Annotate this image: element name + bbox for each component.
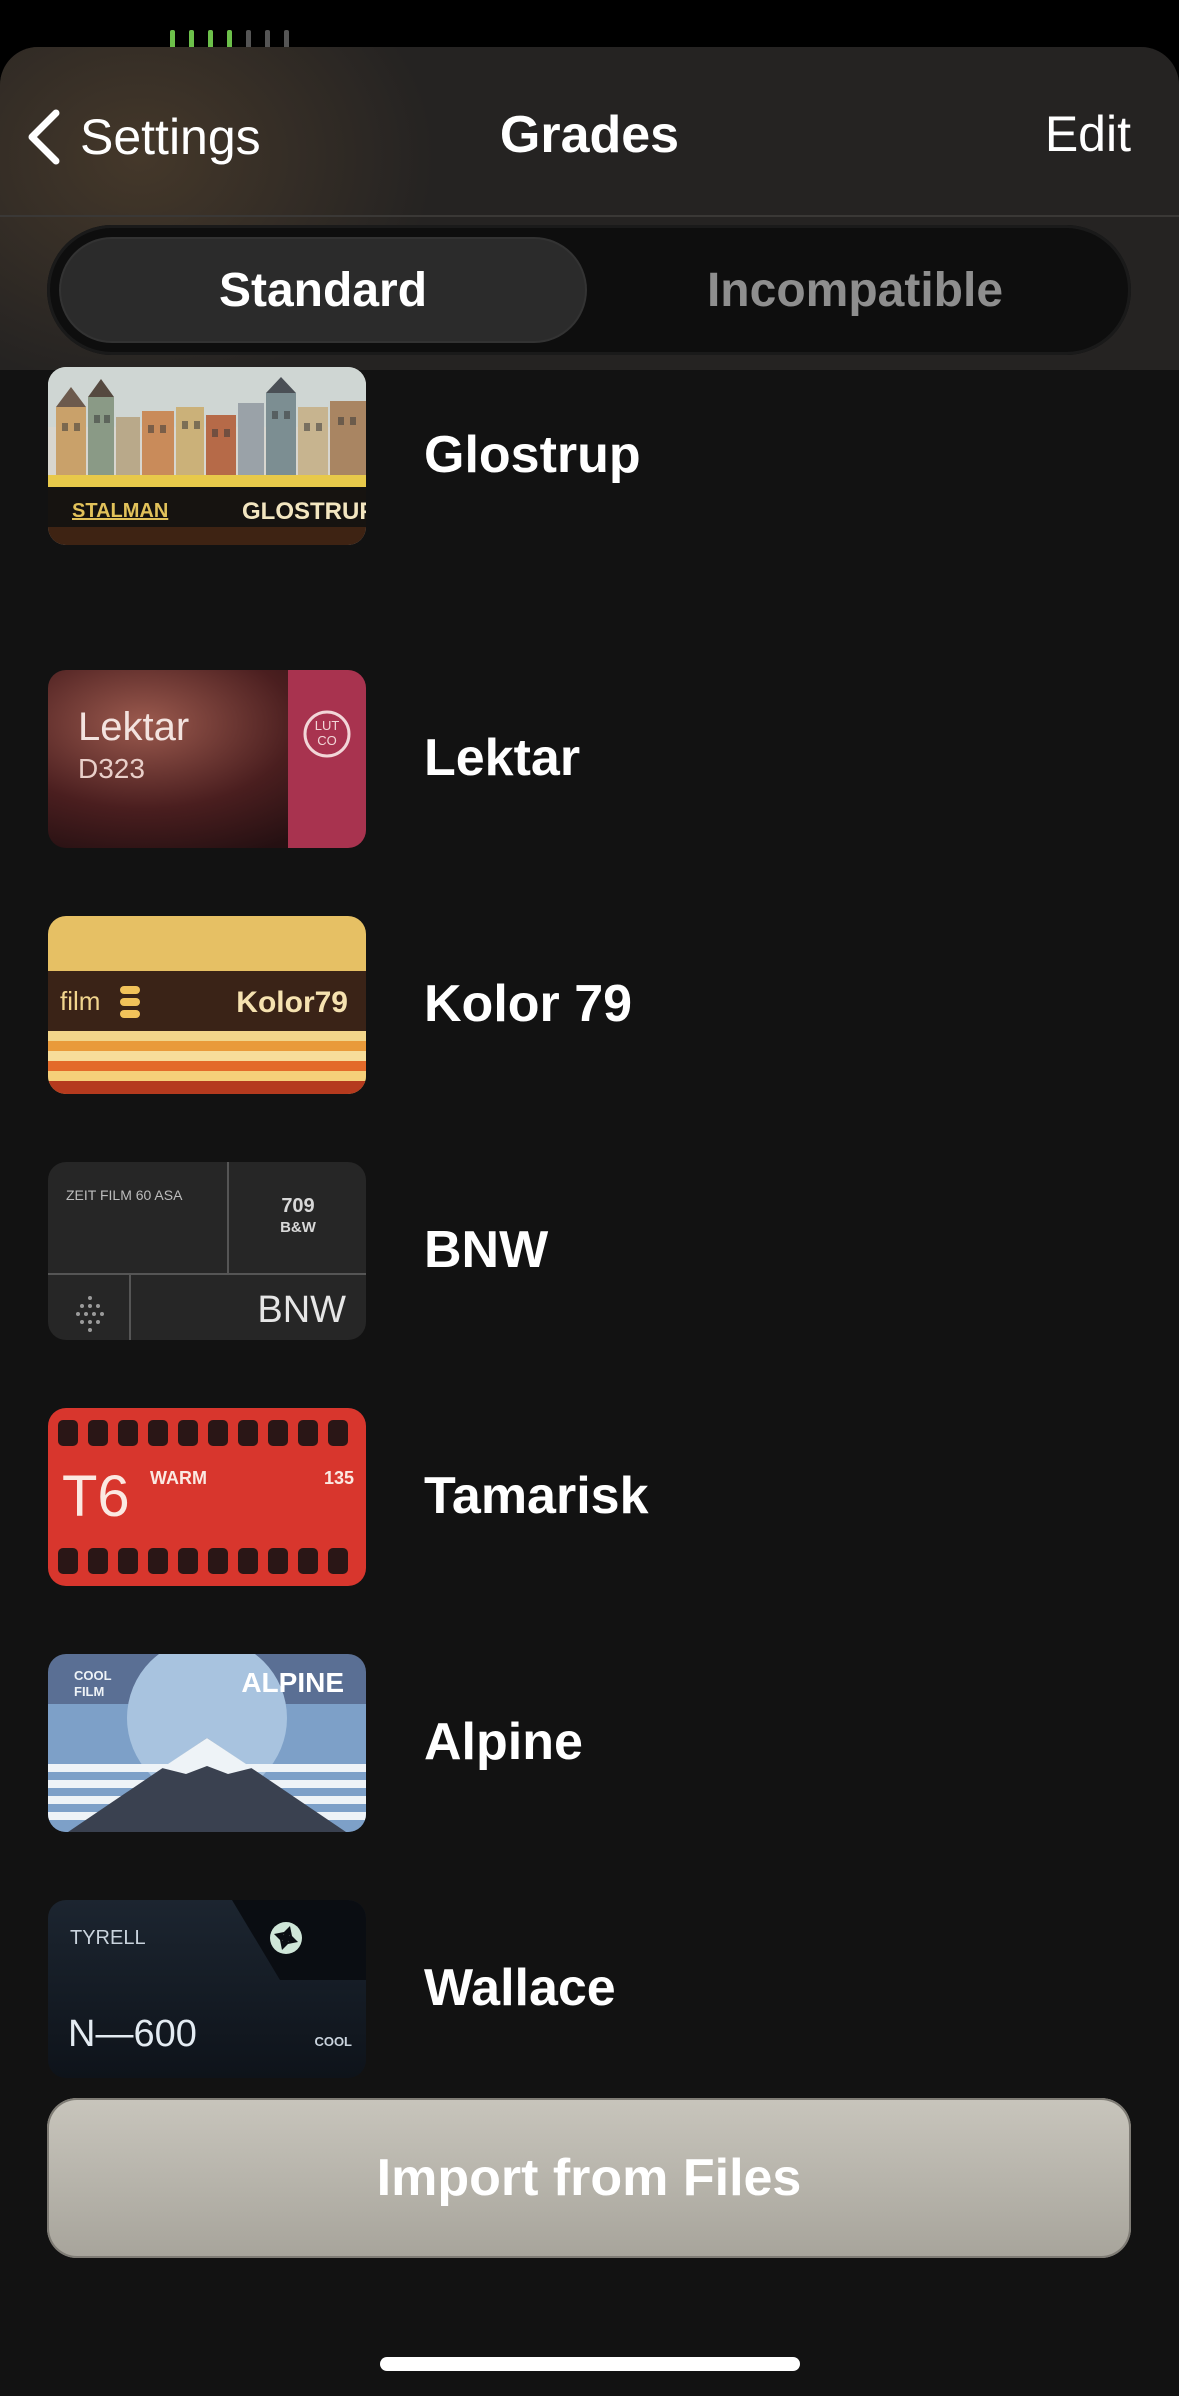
lektar-code-text: D323 bbox=[78, 753, 145, 784]
tamarisk-thumbnail: T6 WARM 135 bbox=[48, 1408, 366, 1586]
grades-sheet: Settings Grades Edit Standard Incompatib… bbox=[0, 47, 1179, 2396]
grade-row-tamarisk[interactable]: T6 WARM 135 Tamarisk bbox=[0, 1408, 1179, 1588]
bnw-thumbnail: ZEIT FILM 60 ASA 709 B&W BNW bbox=[48, 1162, 366, 1340]
grade-row-glostrup[interactable]: STALMAN GLOSTRUP Glostrup bbox=[0, 367, 1179, 547]
wallace-tag-text: COOL bbox=[314, 2034, 352, 2049]
grade-row-lektar[interactable]: LUT CO Lektar D323 Lektar bbox=[0, 670, 1179, 850]
status-bar bbox=[0, 0, 1179, 50]
grade-name-bnw: BNW bbox=[424, 1221, 549, 1279]
bnw-image: ZEIT FILM 60 ASA 709 B&W BNW bbox=[48, 1162, 366, 1340]
wallace-image: TYRELL N—600 COOL bbox=[48, 1900, 366, 2078]
bnw-title-text: BNW bbox=[257, 1289, 346, 1331]
lektar-badge-top: LUT bbox=[315, 718, 340, 733]
tab-standard[interactable]: Standard bbox=[61, 239, 585, 341]
kolor79-title-text: Kolor79 bbox=[236, 986, 348, 1019]
grade-name-wallace: Wallace bbox=[424, 1959, 616, 2017]
glostrup-title-text: GLOSTRUP bbox=[242, 498, 366, 525]
tamarisk-image: T6 WARM 135 bbox=[48, 1408, 366, 1586]
grade-name-lektar: Lektar bbox=[424, 729, 581, 787]
alpine-title-text: ALPINE bbox=[241, 1667, 344, 1698]
alpine-line2-text: FILM bbox=[74, 1684, 104, 1699]
nav-divider bbox=[0, 215, 1179, 217]
bnw-caption-text: ZEIT FILM 60 ASA bbox=[66, 1187, 183, 1203]
home-indicator bbox=[380, 2357, 800, 2371]
wallace-title-text: N—600 bbox=[68, 2013, 197, 2055]
import-from-files-button[interactable]: Import from Files bbox=[47, 2098, 1131, 2258]
grade-row-alpine[interactable]: COOL FILM ALPINE Alpine bbox=[0, 1654, 1179, 1834]
grade-row-bnw[interactable]: ZEIT FILM 60 ASA 709 B&W BNW BNW bbox=[0, 1162, 1179, 1342]
grade-name-tamarisk: Tamarisk bbox=[424, 1467, 649, 1525]
grade-name-glostrup: Glostrup bbox=[424, 426, 641, 484]
back-label: Settings bbox=[80, 109, 261, 165]
tamarisk-title-text: T6 bbox=[62, 1464, 130, 1529]
grade-name-kolor79: Kolor 79 bbox=[424, 975, 633, 1033]
lektar-title-text: Lektar bbox=[78, 705, 189, 749]
tab-incompatible[interactable]: Incompatible bbox=[593, 239, 1117, 341]
glostrup-thumbnail: STALMAN GLOSTRUP bbox=[48, 367, 366, 545]
alpine-image: COOL FILM ALPINE bbox=[48, 1654, 366, 1832]
lektar-image: LUT CO Lektar D323 bbox=[48, 670, 366, 848]
grade-name-alpine: Alpine bbox=[424, 1713, 583, 1771]
tamarisk-number-text: 135 bbox=[324, 1468, 354, 1488]
wallace-brand-text: TYRELL bbox=[70, 1927, 146, 1949]
grade-row-wallace[interactable]: TYRELL N—600 COOL Wallace bbox=[0, 1900, 1179, 2080]
grade-row-kolor79[interactable]: film Kolor79 Kolor 79 bbox=[0, 916, 1179, 1096]
lektar-thumbnail: LUT CO Lektar D323 bbox=[48, 670, 366, 848]
alpine-thumbnail: COOL FILM ALPINE bbox=[48, 1654, 366, 1832]
bnw-sub-text: B&W bbox=[280, 1219, 317, 1236]
back-button[interactable]: Settings bbox=[24, 97, 261, 177]
wallace-thumbnail: TYRELL N—600 COOL bbox=[48, 1900, 366, 2078]
lektar-badge-bottom: CO bbox=[317, 733, 337, 748]
kolor79-prefix-text: film bbox=[60, 986, 100, 1016]
kolor79-thumbnail: film Kolor79 bbox=[48, 916, 366, 1094]
kolor79-image: film Kolor79 bbox=[48, 916, 366, 1094]
glostrup-image: STALMAN GLOSTRUP bbox=[48, 367, 366, 545]
alpine-line1-text: COOL bbox=[74, 1668, 112, 1683]
tamarisk-tag-text: WARM bbox=[150, 1468, 207, 1488]
edit-button[interactable]: Edit bbox=[1045, 105, 1131, 163]
segmented-control: Standard Incompatible bbox=[47, 225, 1131, 355]
header: Settings Grades Edit Standard Incompatib… bbox=[0, 47, 1179, 370]
bnw-code-text: 709 bbox=[281, 1195, 314, 1217]
chevron-left-icon bbox=[28, 109, 60, 165]
glostrup-brand-text: STALMAN bbox=[72, 500, 168, 522]
